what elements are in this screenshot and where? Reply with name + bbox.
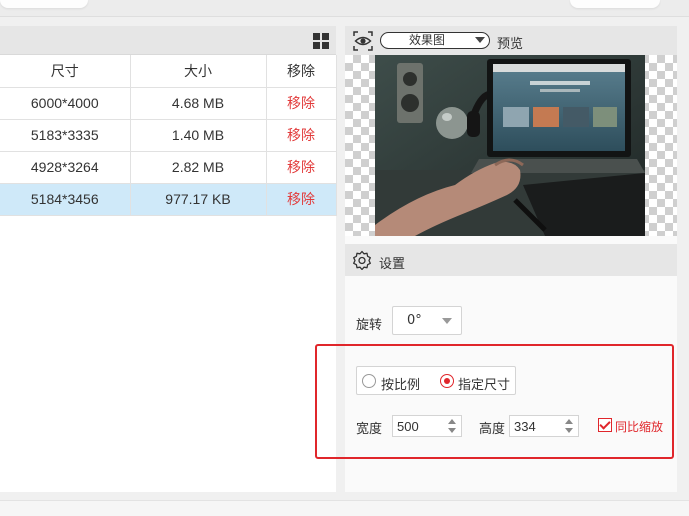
table-header-row: 尺寸 大小 移除 xyxy=(0,55,337,88)
preview-label: 预览 xyxy=(497,37,524,52)
height-label: 高度 xyxy=(479,422,506,437)
spin-down-icon[interactable] xyxy=(448,428,456,433)
column-header-filesize: 大小 xyxy=(130,55,267,88)
keep-ratio-checkbox[interactable] xyxy=(598,418,612,432)
column-header-size: 尺寸 xyxy=(0,55,131,88)
width-label: 宽度 xyxy=(356,422,383,437)
cell-filesize: 977.17 KB xyxy=(130,183,267,216)
remove-button[interactable]: 移除 xyxy=(266,87,337,120)
rotate-label: 旋转 xyxy=(356,318,383,333)
cell-dimensions: 5184*3456 xyxy=(0,183,131,216)
remove-button[interactable]: 移除 xyxy=(266,151,337,184)
preview-mode-select[interactable]: 效果图 xyxy=(380,32,490,49)
radio-ratio-label[interactable]: 按比例 xyxy=(381,374,420,393)
settings-header: 设置 xyxy=(345,244,677,276)
cell-dimensions: 5183*3335 xyxy=(0,119,131,152)
radio-custom-size[interactable] xyxy=(440,374,454,388)
cell-dimensions: 4928*3264 xyxy=(0,151,131,184)
remove-button[interactable]: 移除 xyxy=(266,119,337,152)
spin-up-icon[interactable] xyxy=(448,419,456,424)
top-tab-right[interactable] xyxy=(570,0,660,8)
right-panel: 效果图 预览 设置 旋转 0° 按比例 指定尺寸 宽度 500 高度 334 同… xyxy=(315,26,677,492)
chevron-down-icon xyxy=(475,37,485,43)
top-tab-left[interactable] xyxy=(0,0,88,8)
width-value: 500 xyxy=(397,419,419,434)
preview-canvas xyxy=(345,55,677,236)
chevron-down-icon xyxy=(442,318,452,324)
rotate-select[interactable]: 0° xyxy=(392,306,462,335)
status-bar xyxy=(0,500,689,516)
height-value: 334 xyxy=(514,419,536,434)
remove-button[interactable]: 移除 xyxy=(266,183,337,216)
table-row-selected[interactable]: 5184*3456 977.17 KB 移除 xyxy=(0,183,337,216)
grid-view-icon[interactable] xyxy=(313,33,329,49)
cell-filesize: 1.40 MB xyxy=(130,119,267,152)
column-header-remove: 移除 xyxy=(266,55,337,88)
width-spinbox[interactable]: 500 xyxy=(392,415,462,437)
preview-header: 效果图 预览 xyxy=(345,26,677,55)
preview-image xyxy=(375,55,645,236)
cell-filesize: 2.82 MB xyxy=(130,151,267,184)
resize-options-highlight xyxy=(315,344,674,459)
table-row[interactable]: 4928*3264 2.82 MB 移除 xyxy=(0,151,337,184)
radio-custom-size-label[interactable]: 指定尺寸 xyxy=(458,374,510,393)
file-list-panel: 尺寸 大小 移除 6000*4000 4.68 MB 移除 5183*3335 … xyxy=(0,26,337,492)
table-row[interactable]: 5183*3335 1.40 MB 移除 xyxy=(0,119,337,152)
cell-dimensions: 6000*4000 xyxy=(0,87,131,120)
table-toolbar xyxy=(0,26,336,55)
keep-ratio-label[interactable]: 同比缩放 xyxy=(615,418,663,435)
spin-down-icon[interactable] xyxy=(565,428,573,433)
spin-up-icon[interactable] xyxy=(565,419,573,424)
preview-mode-value: 效果图 xyxy=(408,33,445,47)
settings-title: 设置 xyxy=(379,257,406,272)
rotate-value: 0° xyxy=(407,313,422,328)
file-table: 尺寸 大小 移除 6000*4000 4.68 MB 移除 5183*3335 … xyxy=(0,55,337,216)
top-bar xyxy=(0,0,689,17)
eye-icon[interactable] xyxy=(352,30,374,52)
resize-mode-group: 按比例 指定尺寸 xyxy=(356,366,516,395)
cell-filesize: 4.68 MB xyxy=(130,87,267,120)
height-spinbox[interactable]: 334 xyxy=(509,415,579,437)
table-row[interactable]: 6000*4000 4.68 MB 移除 xyxy=(0,87,337,120)
gear-icon xyxy=(353,250,371,270)
radio-ratio[interactable] xyxy=(362,374,376,388)
